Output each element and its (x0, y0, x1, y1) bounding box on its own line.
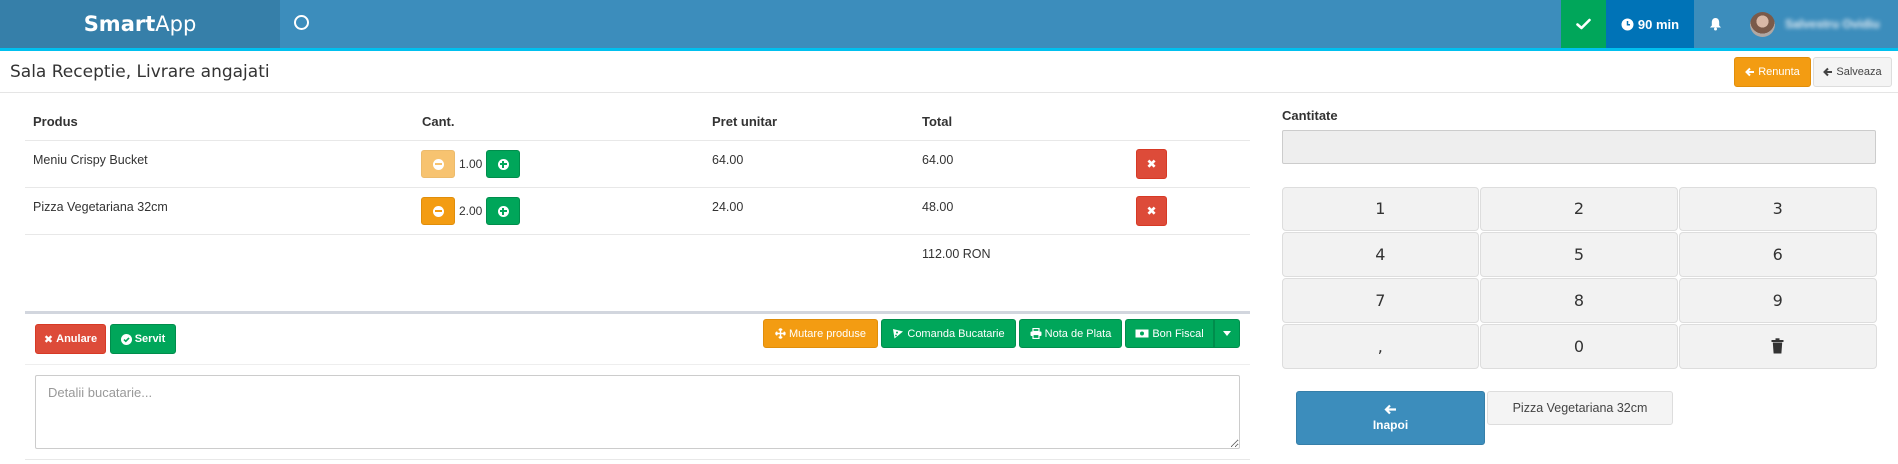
table-header-divider (25, 140, 1250, 141)
anulare-button[interactable]: ✖ Anulare (35, 324, 106, 354)
kitchen-notes-input[interactable] (35, 375, 1240, 449)
page-title: Sala Receptie, Livrare angajati (10, 62, 270, 82)
move-arrows-icon (774, 328, 786, 339)
key-7[interactable]: 7 (1281, 278, 1480, 323)
cancel-button[interactable]: Renunta (1734, 57, 1811, 87)
timer-button[interactable]: 90 min (1606, 0, 1694, 48)
key-6[interactable]: 6 (1678, 232, 1877, 277)
row1-decrease-button[interactable] (421, 150, 455, 178)
row1-total: 64.00 (922, 153, 954, 167)
row2-product: Pizza Vegetariana 32cm (33, 200, 168, 214)
arrow-left-icon (1823, 67, 1833, 77)
plus-circle-icon (497, 158, 509, 170)
caret-down-icon (1223, 331, 1231, 336)
trash-icon (1771, 338, 1784, 354)
bell-icon (1709, 18, 1721, 31)
quantity-input[interactable] (1282, 130, 1876, 164)
key-delete[interactable] (1678, 323, 1877, 369)
servit-button[interactable]: Servit (110, 324, 176, 354)
col-header-total: Total (922, 114, 953, 129)
save-button[interactable]: Salveaza (1813, 57, 1892, 87)
servit-label: Servit (134, 333, 166, 345)
sidebar-toggle-icon[interactable] (294, 15, 309, 30)
row1-increase-button[interactable] (486, 150, 520, 178)
row1-unit-price: 64.00 (712, 153, 744, 167)
close-icon: ✖ (43, 333, 54, 346)
key-2[interactable]: 2 (1480, 186, 1678, 232)
move-products-label: Mutare produse (788, 327, 867, 340)
key-9[interactable]: 9 (1678, 278, 1877, 323)
notifications-button[interactable] (1705, 14, 1725, 34)
move-products-button[interactable]: Mutare produse (763, 319, 878, 348)
save-label: Salveaza (1836, 66, 1882, 78)
row2-unit-price: 24.00 (712, 200, 744, 214)
arrow-left-icon (1745, 67, 1755, 77)
key-8[interactable]: 8 (1480, 278, 1678, 323)
back-button[interactable]: Inapoi (1296, 391, 1485, 445)
row-divider (25, 234, 1250, 235)
money-icon (1135, 329, 1149, 338)
plus-circle-icon (497, 205, 509, 217)
fiscal-receipt-dropdown[interactable] (1214, 319, 1240, 348)
user-menu[interactable]: Salvestru Ovidiu (1750, 11, 1880, 37)
print-icon (1030, 328, 1042, 339)
col-header-unit-price: Pret unitar (712, 114, 778, 129)
key-4[interactable]: 4 (1281, 232, 1480, 277)
row2-increase-button[interactable] (486, 197, 520, 225)
close-icon: ✖ (1146, 204, 1157, 218)
key-1[interactable]: 1 (1281, 186, 1480, 232)
selected-item-button[interactable]: Pizza Vegetariana 32cm (1487, 391, 1673, 425)
actions-divider (25, 364, 1250, 365)
row2-qty: 2.00 (459, 204, 483, 218)
row2-total: 48.00 (922, 200, 954, 214)
key-3[interactable]: 3 (1678, 186, 1877, 232)
quantity-label: Cantitate (1282, 108, 1338, 123)
bill-label: Nota de Plata (1044, 327, 1112, 340)
status-ok-button[interactable] (1561, 0, 1606, 48)
fiscal-receipt-label: Bon Fiscal (1152, 327, 1204, 340)
arrow-left-icon (1384, 404, 1396, 415)
row1-delete-button[interactable]: ✖ (1136, 149, 1167, 179)
header-divider (0, 92, 1898, 93)
section-divider (25, 311, 1250, 314)
row1-qty: 1.00 (459, 157, 483, 171)
cancel-label: Renunta (1758, 66, 1800, 78)
check-icon (1576, 18, 1591, 30)
top-navbar: Smart App 90 min Salvestru Ovidiu (0, 0, 1898, 51)
numeric-keypad: 1 2 3 4 5 6 7 8 9 , 0 (1281, 186, 1877, 369)
key-0[interactable]: 0 (1480, 323, 1678, 369)
brand-rest: App (155, 12, 197, 36)
timer-label: 90 min (1637, 16, 1680, 32)
key-comma[interactable]: , (1281, 323, 1480, 369)
minus-circle-icon (432, 158, 444, 170)
kitchen-order-button[interactable]: Comanda Bucatarie (881, 319, 1016, 348)
back-label: Inapoi (1372, 418, 1409, 432)
avatar (1750, 11, 1775, 37)
close-icon: ✖ (1146, 157, 1157, 171)
user-name: Salvestru Ovidiu (1785, 17, 1880, 31)
fiscal-receipt-button[interactable]: Bon Fiscal (1125, 319, 1214, 348)
key-5[interactable]: 5 (1480, 232, 1678, 277)
row2-decrease-button[interactable] (421, 197, 455, 225)
check-circle-icon (120, 333, 132, 345)
row-divider (25, 187, 1250, 188)
col-header-qty: Cant. (422, 114, 455, 129)
grand-total: 112.00 RON (922, 247, 991, 261)
row2-delete-button[interactable]: ✖ (1136, 196, 1167, 226)
anulare-label: Anulare (56, 333, 98, 345)
app-logo[interactable]: Smart App (0, 0, 280, 48)
clock-icon (1621, 18, 1634, 30)
bottom-divider (25, 459, 1250, 460)
kitchen-order-label: Comanda Bucatarie (907, 327, 1005, 340)
row1-product: Meniu Crispy Bucket (33, 153, 148, 167)
minus-circle-icon (432, 205, 444, 217)
brand-bold: Smart (83, 12, 156, 36)
bill-button[interactable]: Nota de Plata (1019, 319, 1122, 348)
col-header-product: Produs (33, 114, 78, 129)
pizza-slice-icon (893, 329, 904, 339)
